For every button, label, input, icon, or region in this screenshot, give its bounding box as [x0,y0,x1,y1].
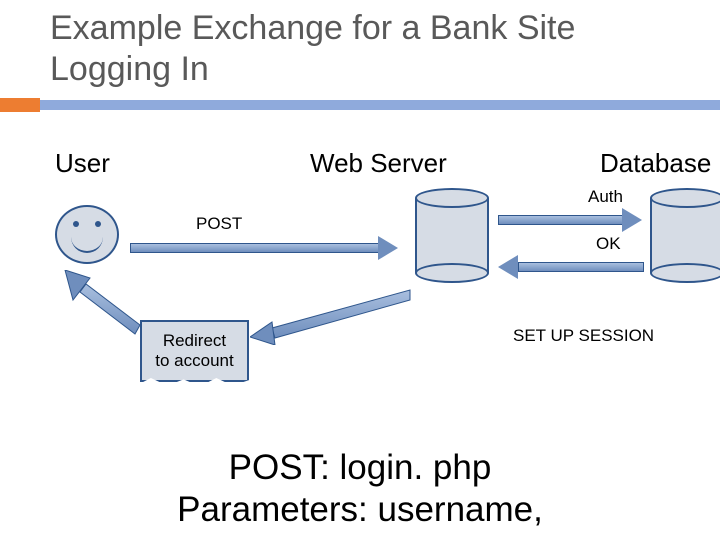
footer-line-2: Parameters: username, [0,490,720,530]
arrow-auth [498,208,643,232]
column-database-label: Database [600,148,711,179]
title-line-1: Example Exchange for a Bank Site [50,8,575,49]
title-underline [0,100,720,110]
slide: Example Exchange for a Bank Site Logging… [0,0,720,540]
arrow-post [130,236,400,260]
arrow-server-to-redirect-icon [250,285,420,345]
redirect-box: Redirect to account [140,320,249,382]
column-webserver-label: Web Server [310,148,447,179]
label-post: POST [196,214,242,234]
slide-title: Example Exchange for a Bank Site Logging… [50,8,575,90]
title-accent [0,98,40,112]
database-cylinder-icon [650,198,720,273]
user-smiley-icon [55,205,119,264]
arrow-ok [498,255,643,279]
label-ok: OK [596,234,621,254]
label-auth: Auth [588,187,623,207]
column-user-label: User [55,148,110,179]
footer-line-1: POST: login. php [0,448,720,488]
webserver-cylinder-icon [415,198,485,273]
redirect-line-2: to account [155,351,233,371]
label-setup-session: SET UP SESSION [513,326,654,346]
redirect-line-1: Redirect [155,331,233,351]
arrow-redirect-to-user-icon [55,270,145,340]
title-line-2: Logging In [50,49,575,90]
